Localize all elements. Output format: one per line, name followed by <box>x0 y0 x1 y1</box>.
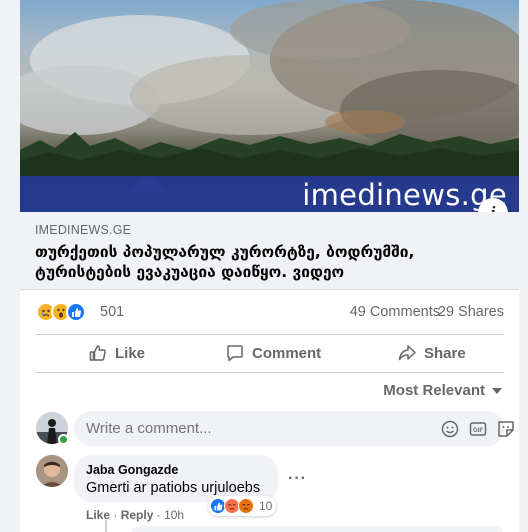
gif-icon[interactable]: GIF <box>468 419 488 439</box>
sort-label: Most Relevant <box>383 382 485 399</box>
comment-more-options-icon[interactable]: ··· <box>288 470 307 488</box>
action-bar: Like Comment Share <box>36 334 504 372</box>
caret-down-icon <box>492 387 502 394</box>
comment-button[interactable]: Comment <box>225 334 321 372</box>
divider <box>36 372 504 373</box>
link-preview[interactable]: IMEDINEWS.GE თურქეთის პოპულარულ კურორტზე… <box>20 212 519 290</box>
post-card: imedinews.ge i IMEDINEWS.GE თურქეთის პოპ… <box>20 0 519 532</box>
comment-sort-dropdown[interactable]: Most Relevant <box>383 382 503 399</box>
online-status-dot <box>58 434 69 445</box>
link-domain: IMEDINEWS.GE <box>35 223 132 237</box>
svg-text:GIF: GIF <box>473 428 483 434</box>
comment-author[interactable]: Jaba Gongazde <box>86 463 178 477</box>
comment-reaction-count: 10 <box>259 499 273 513</box>
angry-icon <box>238 498 254 514</box>
shares-count[interactable]: 29 Shares <box>438 304 504 320</box>
reply-thread-line <box>105 520 107 532</box>
reactions-summary: 501 49 Comments 29 Shares <box>20 290 519 334</box>
reaction-count[interactable]: 501 <box>100 304 124 320</box>
like-icon <box>66 302 86 322</box>
comment-meta: Like · Reply · 10h <box>86 508 185 522</box>
share-label: Share <box>424 344 466 362</box>
comment-icon <box>227 345 243 362</box>
like-button[interactable]: Like <box>88 334 145 372</box>
link-title[interactable]: თურქეთის პოპულარულ კურორტზე, ბოდრუმში, ტ… <box>35 242 505 282</box>
image-watermark: imedinews.ge <box>302 178 507 212</box>
like-label: Like <box>115 344 146 362</box>
emoji-icon[interactable] <box>440 419 460 439</box>
sticker-icon[interactable] <box>496 419 516 439</box>
comment-time[interactable]: 10h <box>164 508 184 522</box>
thumbs-up-icon <box>89 345 106 361</box>
comments-count[interactable]: 49 Comments <box>350 304 440 320</box>
composer-tools: GIF <box>420 419 514 439</box>
comment-bubble: Jaba Gongazde Gmerti ar patiobs urjuloeb… <box>74 455 278 502</box>
link-preview-image[interactable]: imedinews.ge <box>20 0 519 212</box>
comment-text: Gmerti ar patiobs urjuloebs <box>86 480 261 496</box>
comment-reactions[interactable]: 10 <box>208 496 276 516</box>
commenter-avatar[interactable] <box>36 455 68 487</box>
reply-input[interactable] <box>130 526 504 532</box>
share-icon <box>398 345 416 361</box>
share-button[interactable]: Share <box>397 334 466 372</box>
comment-label: Comment <box>252 344 322 362</box>
comment-reply-link[interactable]: Reply <box>121 508 154 522</box>
